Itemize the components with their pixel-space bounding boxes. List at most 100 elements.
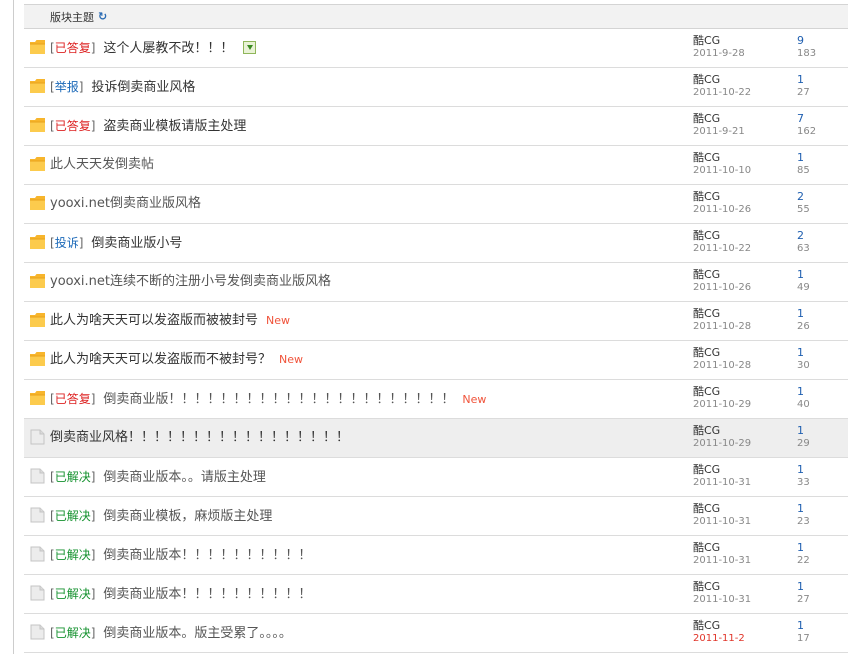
view-count: 17: [797, 633, 810, 644]
reply-count-link[interactable]: 1: [797, 385, 847, 398]
attachment-icon: [243, 41, 257, 54]
reply-count-link[interactable]: 7: [797, 112, 847, 125]
thread-title-cell: [已解决] 倒卖商业模板，麻烦版主处理: [50, 497, 272, 535]
author-link[interactable]: 酷CG: [693, 346, 783, 359]
thread-row[interactable]: [已答复] 这个人屡教不改！！！ 酷CG 2011-9-28 9 183: [24, 29, 848, 68]
author-link[interactable]: 酷CG: [693, 463, 783, 476]
thread-title-link[interactable]: 这个人屡教不改！！！: [103, 41, 233, 56]
folder-icon: [29, 39, 46, 55]
thread-title-link[interactable]: 此人为啥天天可以发盗版而被被封号: [50, 313, 258, 328]
reply-count-link[interactable]: 1: [797, 307, 847, 320]
thread-title-link[interactable]: 倒卖商业版本！！！！！！！！！！: [103, 548, 311, 563]
thread-title-link[interactable]: 此人为啥天天可以发盗版而不被封号？: [50, 352, 271, 367]
thread-tag[interactable]: [已解决]: [50, 548, 95, 562]
thread-row[interactable]: 此人为啥天天可以发盗版而不被封号？ New 酷CG 2011-10-28 1 30: [24, 341, 848, 380]
thread-row[interactable]: 倒卖商业风格！！！！！！！！！！！！！！！！！ 酷CG 2011-10-29 1 29: [24, 419, 848, 458]
new-badge: New: [279, 353, 304, 366]
view-count: 40: [797, 399, 810, 410]
reply-count-link[interactable]: 2: [797, 229, 847, 242]
thread-row[interactable]: [已解决] 倒卖商业版本！！！！！！！！！！ 酷CG 2011-10-31 1 22: [24, 536, 848, 575]
reply-count-link[interactable]: 2: [797, 190, 847, 203]
thread-tag[interactable]: [已答复]: [50, 41, 95, 55]
thread-title-link[interactable]: 倒卖商业版！！！！！！！！！！！！！！！！！！！！！！: [103, 392, 454, 407]
author-link[interactable]: 酷CG: [693, 229, 783, 242]
thread-title-link[interactable]: 此人天天发倒卖帖: [50, 157, 154, 172]
view-count: 30: [797, 360, 810, 371]
thread-title-link[interactable]: 倒卖商业风格！！！！！！！！！！！！！！！！！: [50, 430, 349, 445]
thread-tag[interactable]: [投诉]: [50, 236, 83, 250]
header-label: 版块主题: [50, 10, 94, 24]
reply-count-link[interactable]: 1: [797, 502, 847, 515]
thread-tag[interactable]: [已解决]: [50, 470, 95, 484]
thread-title-link[interactable]: yooxi.net倒卖商业版风格: [50, 196, 201, 211]
thread-title-cell: 倒卖商业风格！！！！！！！！！！！！！！！！！: [50, 419, 349, 457]
thread-tag[interactable]: [举报]: [50, 80, 83, 94]
thread-row[interactable]: 此人为啥天天可以发盗版而被被封号 New 酷CG 2011-10-28 1 26: [24, 302, 848, 341]
thread-row[interactable]: [已解决] 倒卖商业模板，麻烦版主处理 酷CG 2011-10-31 1 23: [24, 497, 848, 536]
reply-count-link[interactable]: 1: [797, 463, 847, 476]
thread-tag[interactable]: [已答复]: [50, 119, 95, 133]
thread-tag[interactable]: [已答复]: [50, 392, 95, 406]
reply-count-link[interactable]: 1: [797, 619, 847, 632]
view-count: 162: [797, 126, 817, 137]
reply-count-link[interactable]: 1: [797, 151, 847, 164]
author-link[interactable]: 酷CG: [693, 385, 783, 398]
author-link[interactable]: 酷CG: [693, 541, 783, 554]
author-link[interactable]: 酷CG: [693, 73, 783, 86]
stats-cell: 1 33: [797, 463, 847, 489]
reply-count-link[interactable]: 1: [797, 346, 847, 359]
reply-count-link[interactable]: 1: [797, 580, 847, 593]
author-cell: 酷CG 2011-10-31: [693, 580, 783, 606]
thread-title-link[interactable]: 倒卖商业版本。版主受累了。。。。: [103, 626, 292, 641]
stats-cell: 2 55: [797, 190, 847, 216]
author-link[interactable]: 酷CG: [693, 424, 783, 437]
thread-title-cell: [投诉] 倒卖商业版小号: [50, 224, 182, 262]
reply-count-link[interactable]: 1: [797, 268, 847, 281]
reply-count-link[interactable]: 1: [797, 541, 847, 554]
author-link[interactable]: 酷CG: [693, 151, 783, 164]
folder-icon: [29, 156, 46, 172]
thread-title-link[interactable]: 盗卖商业模板请版主处理: [103, 119, 246, 134]
thread-row[interactable]: [投诉] 倒卖商业版小号 酷CG 2011-10-22 2 63: [24, 224, 848, 263]
author-link[interactable]: 酷CG: [693, 190, 783, 203]
view-count: 33: [797, 477, 810, 488]
thread-title-link[interactable]: yooxi.net连续不断的注册小号发倒卖商业版风格: [50, 274, 331, 289]
thread-row[interactable]: [已解决] 倒卖商业版本。。请版主处理 酷CG 2011-10-31 1 33: [24, 458, 848, 497]
thread-list-header: 版块主题 ↻: [24, 4, 848, 29]
author-link[interactable]: 酷CG: [693, 502, 783, 515]
author-link[interactable]: 酷CG: [693, 268, 783, 281]
refresh-icon[interactable]: ↻: [98, 10, 107, 23]
thread-title-link[interactable]: 倒卖商业模板，麻烦版主处理: [103, 509, 272, 524]
thread-tag[interactable]: [已解决]: [50, 509, 95, 523]
author-cell: 酷CG 2011-10-28: [693, 346, 783, 372]
author-link[interactable]: 酷CG: [693, 112, 783, 125]
thread-title-link[interactable]: 倒卖商业版小号: [91, 236, 182, 251]
document-icon: [29, 624, 46, 640]
thread-row[interactable]: [已答复] 倒卖商业版！！！！！！！！！！！！！！！！！！！！！！ New 酷CG 20…: [24, 380, 848, 419]
thread-row[interactable]: 此人天天发倒卖帖 酷CG 2011-10-10 1 85: [24, 146, 848, 185]
folder-icon: [29, 195, 46, 211]
thread-row[interactable]: [已解决] 倒卖商业版本！！！！！！！！！！ 酷CG 2011-10-31 1 27: [24, 575, 848, 614]
thread-title-link[interactable]: 投诉倒卖商业风格: [91, 80, 195, 95]
thread-title-cell: [已解决] 倒卖商业版本！！！！！！！！！！: [50, 536, 311, 574]
author-link[interactable]: 酷CG: [693, 307, 783, 320]
thread-row[interactable]: [举报] 投诉倒卖商业风格 酷CG 2011-10-22 1 27: [24, 68, 848, 107]
thread-tag[interactable]: [已解决]: [50, 626, 95, 640]
author-link[interactable]: 酷CG: [693, 619, 783, 632]
thread-tag[interactable]: [已解决]: [50, 587, 95, 601]
thread-row[interactable]: yooxi.net连续不断的注册小号发倒卖商业版风格 酷CG 2011-10-26 1…: [24, 263, 848, 302]
post-date: 2011-10-28: [693, 321, 752, 332]
reply-count-link[interactable]: 1: [797, 73, 847, 86]
author-link[interactable]: 酷CG: [693, 34, 783, 47]
thread-title-link[interactable]: 倒卖商业版本！！！！！！！！！！: [103, 587, 311, 602]
thread-row[interactable]: [已答复] 盗卖商业模板请版主处理 酷CG 2011-9-21 7 162: [24, 107, 848, 146]
thread-title-link[interactable]: 倒卖商业版本。。请版主处理: [103, 470, 266, 485]
thread-row[interactable]: yooxi.net倒卖商业版风格 酷CG 2011-10-26 2 55: [24, 185, 848, 224]
stats-cell: 1 40: [797, 385, 847, 411]
author-link[interactable]: 酷CG: [693, 580, 783, 593]
thread-row[interactable]: [已解决] 倒卖商业版本。版主受累了。。。。 酷CG 2011-11-2 1 17: [24, 614, 848, 653]
author-cell: 酷CG 2011-10-10: [693, 151, 783, 177]
thread-title-cell: 此人为啥天天可以发盗版而不被封号？ New: [50, 341, 303, 379]
reply-count-link[interactable]: 9: [797, 34, 847, 47]
reply-count-link[interactable]: 1: [797, 424, 847, 437]
